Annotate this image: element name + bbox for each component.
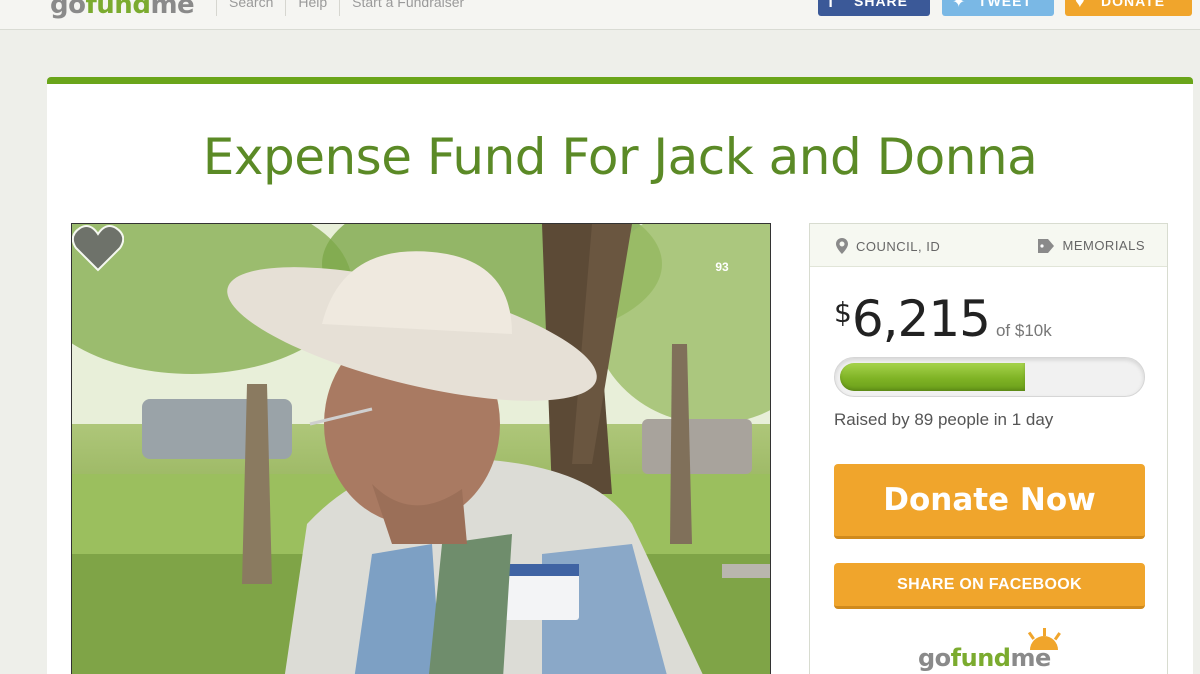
donation-sidebar: COUNCIL, ID MEMORIALS $ 6,215 of $10k Ra… bbox=[809, 223, 1168, 674]
nav-link-search[interactable]: Search bbox=[216, 0, 285, 16]
footer-logo-text: gofundme bbox=[918, 644, 1051, 672]
favorite-heart-icon[interactable] bbox=[72, 224, 124, 272]
raised-by-prefix: Raised by bbox=[834, 410, 915, 429]
campaign-card: Expense Fund For Jack and Donna 93 COUNC… bbox=[47, 77, 1193, 674]
location-text: COUNCIL, ID bbox=[856, 238, 941, 254]
days-count: 1 bbox=[1011, 410, 1022, 429]
top-donate-button[interactable]: ♥ DONATE bbox=[1065, 0, 1192, 16]
heart-icon: ♥ bbox=[1075, 0, 1086, 11]
campaign-meta: COUNCIL, ID MEMORIALS bbox=[810, 224, 1167, 267]
nav-link-start-fundraiser[interactable]: Start a Fundraiser bbox=[339, 0, 476, 16]
tweet-button[interactable]: ✦ TWEET bbox=[942, 0, 1054, 16]
facebook-icon: f bbox=[828, 0, 835, 11]
campaign-photo-illustration bbox=[72, 224, 770, 674]
nav-links: Search Help Start a Fundraiser bbox=[216, 0, 476, 16]
progress-bar-fill bbox=[840, 363, 1025, 391]
twitter-bird-icon: ✦ bbox=[952, 0, 967, 11]
category[interactable]: MEMORIALS bbox=[1038, 238, 1145, 253]
raised-value: 6,215 bbox=[851, 290, 991, 348]
heart-count: 93 bbox=[715, 260, 729, 274]
currency-symbol: $ bbox=[834, 296, 852, 329]
donor-count: 89 bbox=[914, 410, 934, 429]
progress-bar bbox=[834, 357, 1145, 397]
gofundme-footer-logo[interactable]: gofundme bbox=[918, 628, 1063, 674]
tag-icon bbox=[1038, 238, 1055, 253]
share-label: SHARE bbox=[854, 0, 909, 9]
tweet-label: TWEET bbox=[978, 0, 1032, 9]
raised-by-text: Raised by 89 people in 1 day bbox=[834, 410, 1053, 430]
donate-now-button[interactable]: Donate Now bbox=[834, 464, 1145, 539]
raised-by-suffix: day bbox=[1021, 410, 1054, 429]
nav-link-help[interactable]: Help bbox=[285, 0, 339, 16]
donate-label: DONATE bbox=[1101, 0, 1166, 9]
amount-raised: $ 6,215 of $10k bbox=[834, 290, 1052, 348]
top-navigation-bar: gofundme Search Help Start a Fundraiser … bbox=[0, 0, 1200, 30]
map-pin-icon bbox=[836, 238, 848, 254]
goal-text: of $10k bbox=[995, 321, 1052, 340]
facebook-share-button[interactable]: f SHARE bbox=[818, 0, 930, 16]
campaign-title: Expense Fund For Jack and Donna bbox=[202, 128, 1038, 186]
share-on-facebook-button[interactable]: SHARE ON FACEBOOK bbox=[834, 563, 1145, 609]
category-text: MEMORIALS bbox=[1062, 238, 1145, 253]
campaign-photo: 93 bbox=[71, 223, 771, 674]
gofundme-logo[interactable]: gofundme bbox=[50, 0, 195, 20]
raised-by-mid: people in bbox=[933, 410, 1012, 429]
location[interactable]: COUNCIL, ID bbox=[836, 238, 940, 254]
